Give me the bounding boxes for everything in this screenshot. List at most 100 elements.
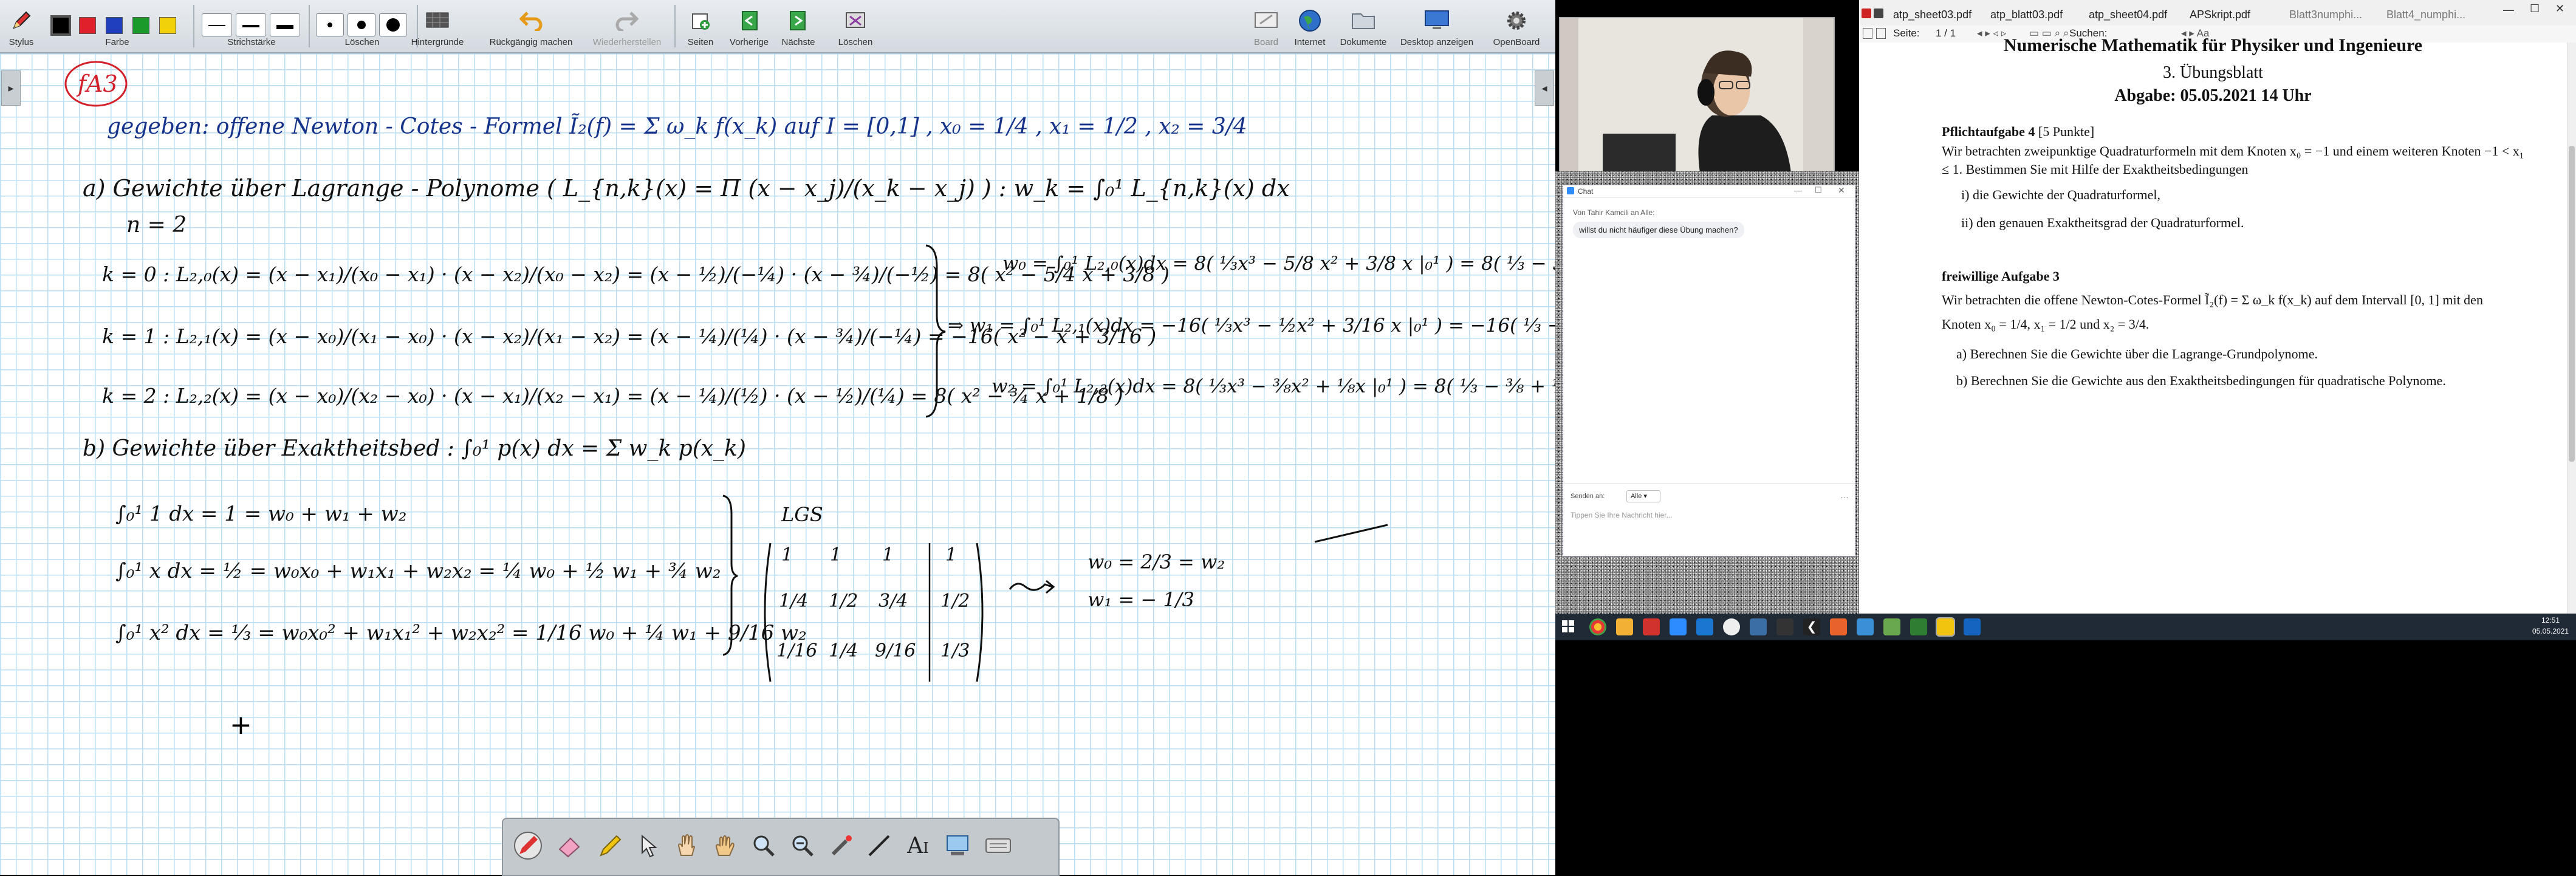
matrix-cell: 1: [882, 544, 894, 566]
app-icon[interactable]: [1696, 618, 1713, 635]
next-page-button[interactable]: Nächste: [775, 4, 821, 50]
app-icon[interactable]: [1964, 618, 1981, 635]
chrome-icon[interactable]: [1589, 618, 1606, 635]
chat-input[interactable]: Tippen Sie Ihre Nachricht hier...: [1571, 511, 1848, 547]
stroke-thick-button[interactable]: [270, 13, 300, 36]
eraser-small-button[interactable]: [316, 13, 344, 36]
explorer-icon[interactable]: [1616, 618, 1633, 635]
eraser-tool-icon[interactable]: [552, 827, 587, 864]
laser-pointer-icon[interactable]: [824, 827, 859, 864]
maximize-button[interactable]: ☐: [1815, 185, 1822, 195]
pan-hand-icon[interactable]: [707, 827, 742, 864]
app-icon[interactable]: [1857, 618, 1874, 635]
previous-label: Vorherige: [729, 37, 769, 47]
right-panel-toggle[interactable]: ◂: [1535, 70, 1554, 106]
close-icon[interactable]: ✕: [2555, 2, 2564, 15]
board-canvas[interactable]: ▸ ◂ fA3 gegeben: offene Newton - Cotes -…: [0, 53, 1745, 875]
highlighter-tool-icon[interactable]: [592, 827, 627, 864]
pdf-tab-bar: atp_sheet03.pdf atp_blatt03.pdf atp_shee…: [1859, 0, 2576, 26]
app-icon[interactable]: [1643, 618, 1660, 635]
folder-icon: [1350, 7, 1377, 34]
minimize-button[interactable]: —: [1794, 186, 1802, 195]
pdf-scrollbar[interactable]: [2567, 43, 2576, 614]
show-desktop-button[interactable]: Desktop anzeigen: [1395, 4, 1479, 50]
color-blue[interactable]: [106, 17, 123, 34]
matrix-cell: 1: [945, 544, 957, 566]
crosshair-cursor: +: [230, 710, 252, 741]
pages-icon: [687, 7, 714, 34]
eraser-medium-button[interactable]: [348, 13, 375, 36]
line-tool-icon[interactable]: [862, 827, 897, 864]
openboard-menu-button[interactable]: OpenBoard: [1485, 4, 1548, 50]
pdf-tab[interactable]: Blatt4_numphi...: [2386, 9, 2465, 21]
app-icon[interactable]: [1830, 618, 1847, 635]
backgrounds-button[interactable]: Hintergründe: [401, 4, 474, 50]
weight-w2: w₂ = ∫₀¹ L₂,₂(x)dx = 8( ⅓x³ − ⅜x² + ⅛x |…: [992, 375, 1642, 397]
text-tool-icon[interactable]: AI: [900, 827, 936, 864]
zoom-out-icon[interactable]: [785, 827, 820, 864]
stroke-width-group: Strichstärke: [199, 4, 304, 50]
zoom-in-icon[interactable]: [746, 827, 781, 864]
close-icon[interactable]: ✕: [1838, 185, 1845, 196]
clock-date[interactable]: 05.05.2021: [2527, 627, 2574, 635]
app-icon[interactable]: [1910, 618, 1927, 635]
minimize-button[interactable]: —: [2503, 4, 2514, 16]
zoom-icon[interactable]: [1670, 618, 1687, 635]
undo-button[interactable]: Rückgängig machen: [478, 4, 584, 50]
task3-item-a: a) Berechnen Sie die Gewichte über die L…: [1956, 346, 2318, 361]
app-icon[interactable]: [1723, 618, 1740, 635]
prev-page-icon: [736, 7, 762, 34]
pages-button[interactable]: Seiten: [679, 4, 722, 50]
part-a-heading: a) Gewichte über Lagrange - Polynome ( L…: [83, 175, 1290, 202]
app-icon[interactable]: ❮: [1803, 618, 1820, 635]
task4-points: [5 Punkte]: [2038, 124, 2095, 139]
more-options-icon[interactable]: …: [1840, 490, 1849, 500]
send-to-select[interactable]: Alle ▾: [1626, 490, 1660, 502]
keyboard-icon[interactable]: [981, 827, 1016, 864]
given-line: gegeben: offene Newton - Cotes - Formel …: [107, 114, 1247, 139]
lgs-matrix: 1 1 1 1 1/4 1/2 3/4 1/2 1/16 1/4 9/16 1/…: [758, 539, 989, 685]
pdf-tab[interactable]: APSkript.pdf: [2190, 9, 2250, 21]
internet-button[interactable]: Internet: [1288, 4, 1332, 50]
delete-page-button[interactable]: Löschen: [830, 4, 881, 50]
terminal-icon[interactable]: [1776, 618, 1793, 635]
color-red[interactable]: [79, 17, 96, 34]
documents-button[interactable]: Dokumente: [1334, 4, 1392, 50]
board-button[interactable]: Board: [1244, 4, 1288, 50]
interact-hand-icon[interactable]: [668, 827, 704, 864]
scroll-thumb[interactable]: [2569, 146, 2575, 462]
pdf-viewer: atp_sheet03.pdf atp_blatt03.pdf atp_shee…: [1859, 0, 2576, 614]
app-icon[interactable]: [1883, 618, 1900, 635]
previous-page-button[interactable]: Vorherige: [724, 4, 774, 50]
stroke-medium-button[interactable]: [236, 13, 266, 36]
maximize-button[interactable]: ☐: [2530, 2, 2540, 15]
stroke-thin-button[interactable]: [202, 13, 232, 36]
color-label: Farbe: [105, 37, 129, 47]
pdf-tab[interactable]: atp_sheet04.pdf: [2089, 9, 2167, 21]
documents-label: Dokumente: [1340, 37, 1387, 47]
eraser-label: Löschen: [344, 37, 380, 47]
color-black[interactable]: [50, 15, 71, 36]
select-arrow-icon[interactable]: [631, 827, 666, 864]
redo-button[interactable]: Wiederherstellen: [584, 4, 670, 50]
pdf-tab[interactable]: Blatt3numphi...: [2289, 9, 2362, 21]
app-icon[interactable]: [1936, 617, 1955, 637]
chat-title: Chat: [1578, 187, 1594, 196]
pdf-tab[interactable]: atp_sheet03.pdf: [1893, 9, 1971, 21]
pdf-tab[interactable]: atp_blatt03.pdf: [1990, 9, 2063, 21]
arrow-mark: [1009, 580, 1055, 594]
stylus-button[interactable]: Stylus: [2, 4, 40, 50]
background-icon: [424, 7, 451, 34]
capture-tool-icon[interactable]: [940, 827, 976, 864]
brace-conditions: [722, 494, 738, 656]
part-b-heading: b) Gewichte über Exaktheitsbed : ∫₀¹ p(x…: [83, 436, 746, 461]
start-icon[interactable]: [1561, 620, 1575, 633]
left-panel-toggle[interactable]: ▸: [1, 70, 21, 106]
pen-tool-icon[interactable]: [510, 827, 546, 864]
matrix-cell: 1/4: [779, 590, 809, 612]
undo-label: Rückgängig machen: [489, 37, 573, 47]
color-yellow[interactable]: [159, 17, 176, 34]
color-green[interactable]: [132, 17, 149, 34]
app-icon[interactable]: [1750, 618, 1767, 635]
clock-time[interactable]: 12:51: [2527, 616, 2574, 624]
